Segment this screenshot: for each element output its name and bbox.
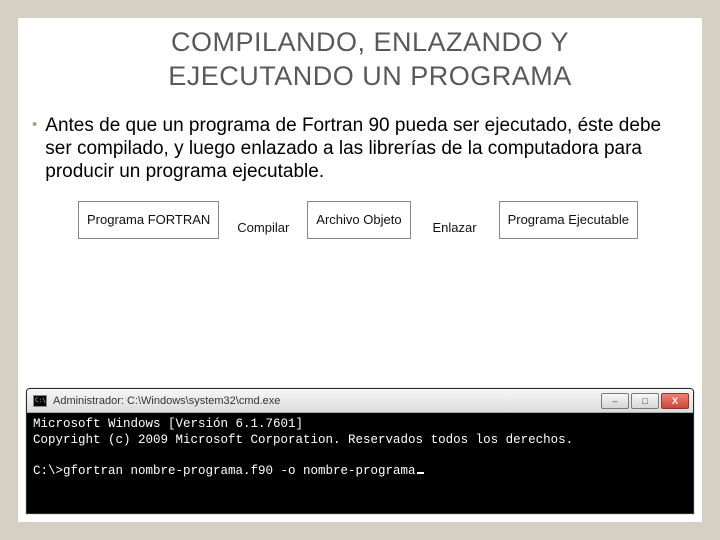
minimize-button[interactable]: – [601, 393, 629, 409]
cmd-icon [33, 395, 47, 407]
flow-box-source: Programa FORTRAN [78, 201, 219, 239]
window-buttons: – □ X [601, 393, 689, 409]
close-button[interactable]: X [661, 393, 689, 409]
titlebar: Administrador: C:\Windows\system32\cmd.e… [27, 389, 693, 413]
bullet-item: • Antes de que un programa de Fortran 90… [32, 114, 688, 184]
cursor-icon [417, 472, 424, 474]
title-block: COMPILANDO, ENLAZANDO Y EJECUTANDO UN PR… [78, 22, 662, 100]
flow-box-executable: Programa Ejecutable [499, 201, 638, 239]
flow-diagram: Programa FORTRAN Compilar Archivo Objeto… [78, 201, 672, 239]
slide: COMPILANDO, ENLAZANDO Y EJECUTANDO UN PR… [0, 0, 720, 540]
window-frame: Administrador: C:\Windows\system32\cmd.e… [26, 388, 694, 514]
console-line: Copyright (c) 2009 Microsoft Corporation… [33, 433, 573, 447]
bullet-text: Antes de que un programa de Fortran 90 p… [45, 114, 688, 184]
flow-step-compile: Compilar [233, 201, 293, 239]
console-prompt-line: C:\>gfortran nombre-programa.f90 -o nomb… [33, 464, 416, 478]
bullet-marker: • [32, 116, 37, 133]
console-window: Administrador: C:\Windows\system32\cmd.e… [26, 388, 694, 514]
flow-step-link: Enlazar [425, 201, 485, 239]
bullet-block: • Antes de que un programa de Fortran 90… [32, 114, 688, 184]
window-title: Administrador: C:\Windows\system32\cmd.e… [53, 395, 601, 407]
page-title: COMPILANDO, ENLAZANDO Y EJECUTANDO UN PR… [88, 26, 652, 94]
console-line: Microsoft Windows [Versión 6.1.7601] [33, 417, 303, 431]
flow-box-object: Archivo Objeto [307, 201, 410, 239]
console-body[interactable]: Microsoft Windows [Versión 6.1.7601] Cop… [27, 413, 693, 513]
maximize-button[interactable]: □ [631, 393, 659, 409]
